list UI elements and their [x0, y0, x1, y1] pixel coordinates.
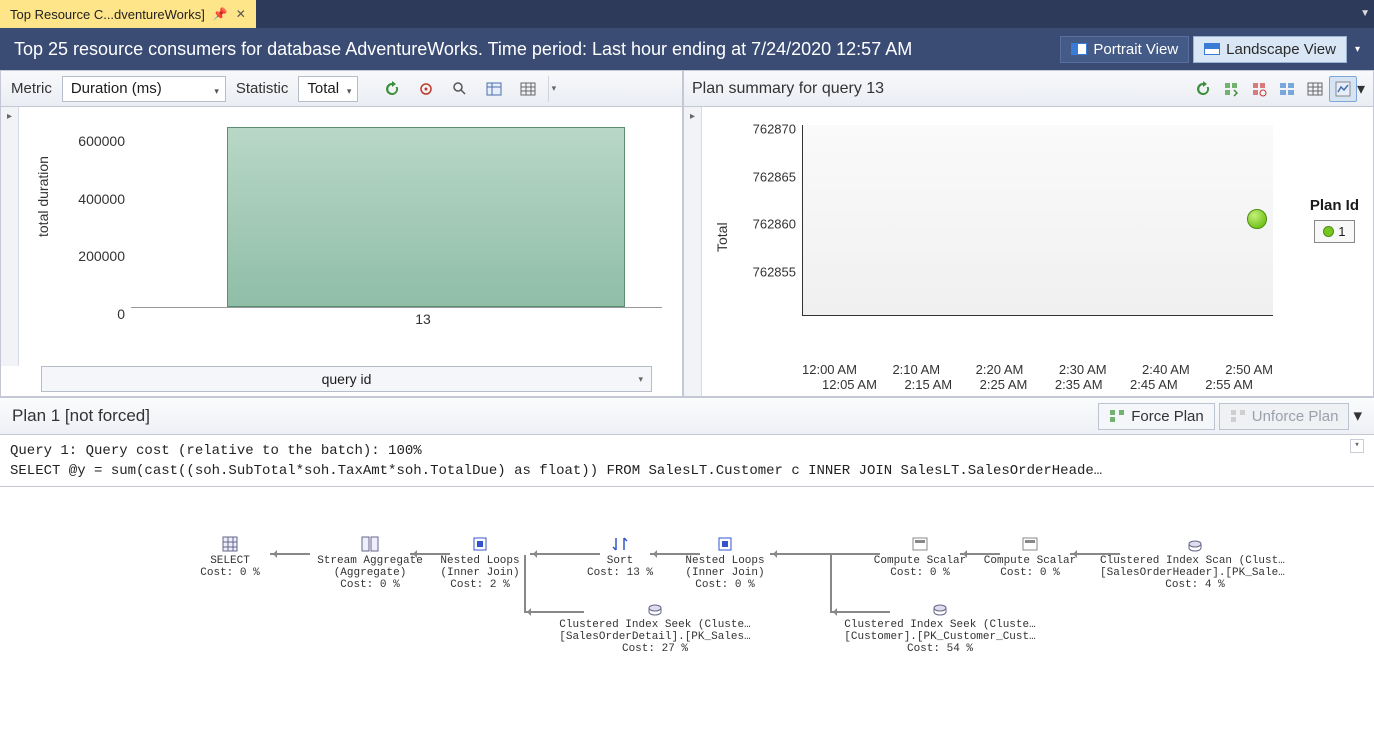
resource-chart-pane: Metric Duration (ms)▾ Statistic Total▾ ▾…	[0, 71, 683, 397]
plan-summary-title: Plan summary for query 13	[692, 80, 884, 98]
grid-icon[interactable]	[1301, 76, 1329, 102]
total-duration-chart[interactable]: total duration 600000 400000 200000 0 13	[19, 107, 682, 366]
y-axis-label: Total	[714, 222, 730, 252]
resource-chart-toolbar: Metric Duration (ms)▾ Statistic Total▾ ▾	[1, 71, 682, 107]
legend-item-1[interactable]: 1	[1314, 220, 1354, 243]
landscape-view-button[interactable]: Landscape View	[1193, 36, 1347, 63]
chart-view-icon[interactable]	[1329, 76, 1357, 102]
pin-icon[interactable]: 📌	[213, 7, 228, 21]
legend-dot-icon	[1323, 226, 1334, 237]
left-toolbar-overflow[interactable]: ▾	[548, 76, 558, 102]
force-plan-icon[interactable]	[1217, 76, 1245, 102]
view-mode-group: Portrait View Landscape View ▾	[1060, 36, 1360, 63]
op-clustered-index-seek-1[interactable]: Clustered Index Seek (Cluste…[SalesOrder…	[555, 599, 755, 655]
landscape-icon	[1204, 43, 1220, 55]
report-title: Top 25 resource consumers for database A…	[14, 39, 1060, 60]
op-clustered-index-seek-2[interactable]: Clustered Index Seek (Cluste…[Customer].…	[840, 599, 1040, 655]
metric-select[interactable]: Duration (ms)▾	[62, 76, 226, 102]
statistic-label: Statistic	[232, 80, 293, 97]
view-overflow-dropdown[interactable]: ▾	[1355, 44, 1360, 55]
unforce-plan-button[interactable]: Unforce Plan	[1219, 403, 1350, 430]
right-pane-collapser[interactable]: ▸	[684, 107, 702, 396]
document-tab-title: Top Resource C...dventureWorks]	[10, 7, 205, 22]
grid-icon[interactable]	[514, 76, 542, 102]
refresh-icon[interactable]	[1189, 76, 1217, 102]
portrait-icon	[1071, 43, 1087, 55]
plan-info-bar: Plan 1 [not forced] Force Plan Unforce P…	[0, 397, 1374, 435]
plan-bar-overflow[interactable]: ▾	[1353, 406, 1362, 426]
compare-plans-icon[interactable]	[1273, 76, 1301, 102]
unforce-plan-icon[interactable]	[1245, 76, 1273, 102]
op-nested-loops-2[interactable]: Nested Loops(Inner Join)Cost: 0 %	[660, 535, 790, 591]
document-tab[interactable]: Top Resource C...dventureWorks] 📌 ✕	[0, 0, 256, 28]
query-id-dropdown[interactable]: query id▾	[41, 366, 652, 392]
bar-query-13[interactable]	[227, 127, 625, 307]
force-plan-button[interactable]: Force Plan	[1098, 403, 1215, 430]
query-text-pane[interactable]: ▾Query 1: Query cost (relative to the ba…	[0, 435, 1374, 487]
scroll-down-icon[interactable]: ▾	[1350, 439, 1364, 453]
plan-summary-toolbar: Plan summary for query 13 ▾	[684, 71, 1373, 107]
op-compute-scalar-1[interactable]: Compute ScalarCost: 0 %	[850, 535, 990, 579]
y-axis-label: total duration	[35, 156, 51, 237]
right-toolbar-overflow[interactable]: ▾	[1357, 79, 1365, 99]
statistic-select[interactable]: Total▾	[298, 76, 358, 102]
plan-legend: Plan Id 1	[1310, 197, 1359, 243]
op-select[interactable]: SELECTCost: 0 %	[180, 535, 280, 579]
left-pane-collapser[interactable]: ▸	[1, 107, 19, 366]
grid-detail-icon[interactable]	[480, 76, 508, 102]
legend-title: Plan Id	[1310, 197, 1359, 214]
document-tab-bar: Top Resource C...dventureWorks] 📌 ✕ ▼	[0, 0, 1374, 28]
window-menu-dropdown[interactable]: ▼	[1360, 8, 1370, 19]
close-icon[interactable]: ✕	[236, 7, 246, 21]
op-nested-loops-1[interactable]: Nested Loops(Inner Join)Cost: 2 %	[420, 535, 540, 591]
metric-label: Metric	[7, 80, 56, 97]
plan-summary-pane: Plan summary for query 13 ▾ ▸ Total 7628…	[683, 71, 1374, 397]
plan-title: Plan 1 [not forced]	[12, 406, 150, 426]
report-header: Top 25 resource consumers for database A…	[0, 28, 1374, 70]
plan-summary-chart[interactable]: Total 762870 762865 762860 762855 12:00 …	[702, 107, 1373, 396]
refresh-icon[interactable]	[378, 76, 406, 102]
x-tick: 13	[415, 311, 431, 327]
plan-point-1[interactable]	[1247, 209, 1267, 229]
op-compute-scalar-2[interactable]: Compute ScalarCost: 0 %	[970, 535, 1090, 579]
op-clustered-index-scan[interactable]: Clustered Index Scan (Cluste…[SalesOrder…	[1100, 535, 1290, 591]
execution-plan-diagram[interactable]: SELECTCost: 0 % Stream Aggregate(Aggrega…	[0, 487, 1374, 719]
portrait-view-button[interactable]: Portrait View	[1060, 36, 1189, 63]
track-query-icon[interactable]	[446, 76, 474, 102]
target-icon[interactable]	[412, 76, 440, 102]
